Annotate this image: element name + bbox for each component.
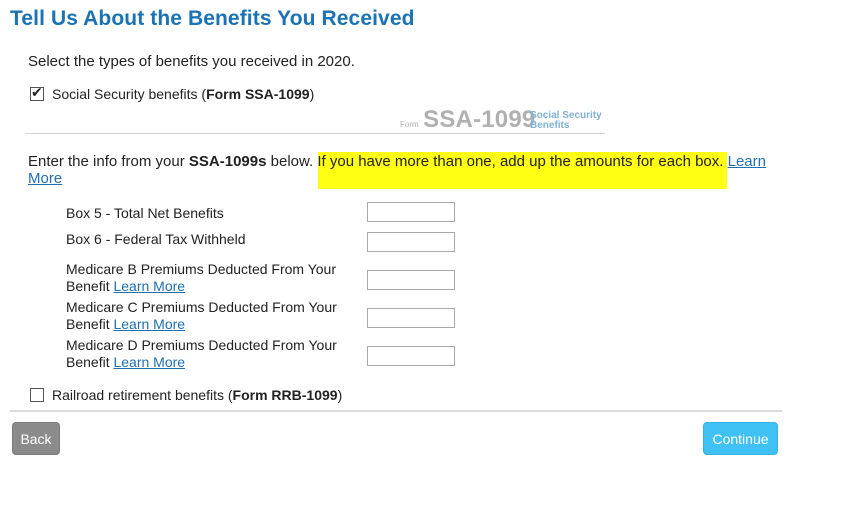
rrb-benefits-label[interactable]: Railroad retirement benefits (Form RRB-1… <box>52 387 342 403</box>
medicare-c-label-line2: Benefit <box>66 316 114 332</box>
medicare-d-label: Medicare D Premiums Deducted From Your B… <box>66 337 337 371</box>
form-logo-word: Form <box>400 120 419 129</box>
form-logo-desc-line2: Benefits <box>530 120 570 131</box>
box6-label: Box 6 - Federal Tax Withheld <box>66 231 246 247</box>
box6-input[interactable] <box>367 232 455 252</box>
back-button[interactable]: Back <box>12 422 60 455</box>
learn-more-link-more[interactable]: More <box>28 170 62 187</box>
rrb-label-prefix: Railroad retirement benefits ( <box>52 387 233 403</box>
medicare-c-label-line1: Medicare C Premiums Deducted From Your <box>66 299 337 315</box>
section-divider <box>25 133 605 134</box>
ssa-label-suffix: ) <box>309 86 315 102</box>
continue-button[interactable]: Continue <box>703 422 778 455</box>
ssa-label-form: Form SSA-1099 <box>206 86 310 102</box>
medicare-b-label-line2: Benefit <box>66 278 114 294</box>
medicare-b-learn-more-link[interactable]: Learn More <box>113 278 185 294</box>
rrb-label-suffix: ) <box>337 387 343 403</box>
form-logo-number: SSA-1099 <box>423 106 536 133</box>
medicare-c-label: Medicare C Premiums Deducted From Your B… <box>66 299 337 333</box>
medicare-b-label-line1: Medicare B Premiums Deducted From Your <box>66 261 336 277</box>
medicare-b-input[interactable] <box>367 270 455 290</box>
box5-label: Box 5 - Total Net Benefits <box>66 205 224 221</box>
medicare-d-input[interactable] <box>367 346 455 366</box>
learn-more-link[interactable]: Learn <box>728 153 766 170</box>
info-text-part1: Enter the info from your <box>28 153 189 170</box>
medicare-d-label-line1: Medicare D Premiums Deducted From Your <box>66 337 337 353</box>
ssa-benefits-label[interactable]: Social Security benefits (Form SSA-1099) <box>52 86 314 102</box>
medicare-c-input[interactable] <box>367 308 455 328</box>
medicare-b-label: Medicare B Premiums Deducted From Your B… <box>66 261 336 295</box>
ssa-benefits-checkbox[interactable]: ✔ <box>30 85 44 101</box>
info-text: Enter the info from your SSA-1099s below… <box>28 153 773 187</box>
medicare-d-label-line2: Benefit <box>66 354 114 370</box>
info-text-bold: SSA-1099s <box>188 153 267 170</box>
box5-input[interactable] <box>367 202 455 222</box>
page-title: Tell Us About the Benefits You Received <box>10 7 415 30</box>
rrb-benefits-checkbox[interactable] <box>30 388 44 402</box>
medicare-c-learn-more-link[interactable]: Learn More <box>113 316 185 332</box>
medicare-d-learn-more-link[interactable]: Learn More <box>113 354 185 370</box>
info-text-part2: below. <box>266 153 318 170</box>
info-text-highlighted: If you have more than one, add up the am… <box>317 153 724 170</box>
checkmark-icon: ✔ <box>31 85 43 101</box>
ssa-1099-form-logo: Form SSA-1099 <box>400 106 535 134</box>
instruction-text: Select the types of benefits you receive… <box>28 53 355 70</box>
form-logo-description: Social Security Benefits <box>530 111 602 131</box>
rrb-label-form: Form RRB-1099 <box>232 387 338 403</box>
ssa-label-prefix: Social Security benefits ( <box>52 86 207 102</box>
footer-divider <box>10 410 782 412</box>
